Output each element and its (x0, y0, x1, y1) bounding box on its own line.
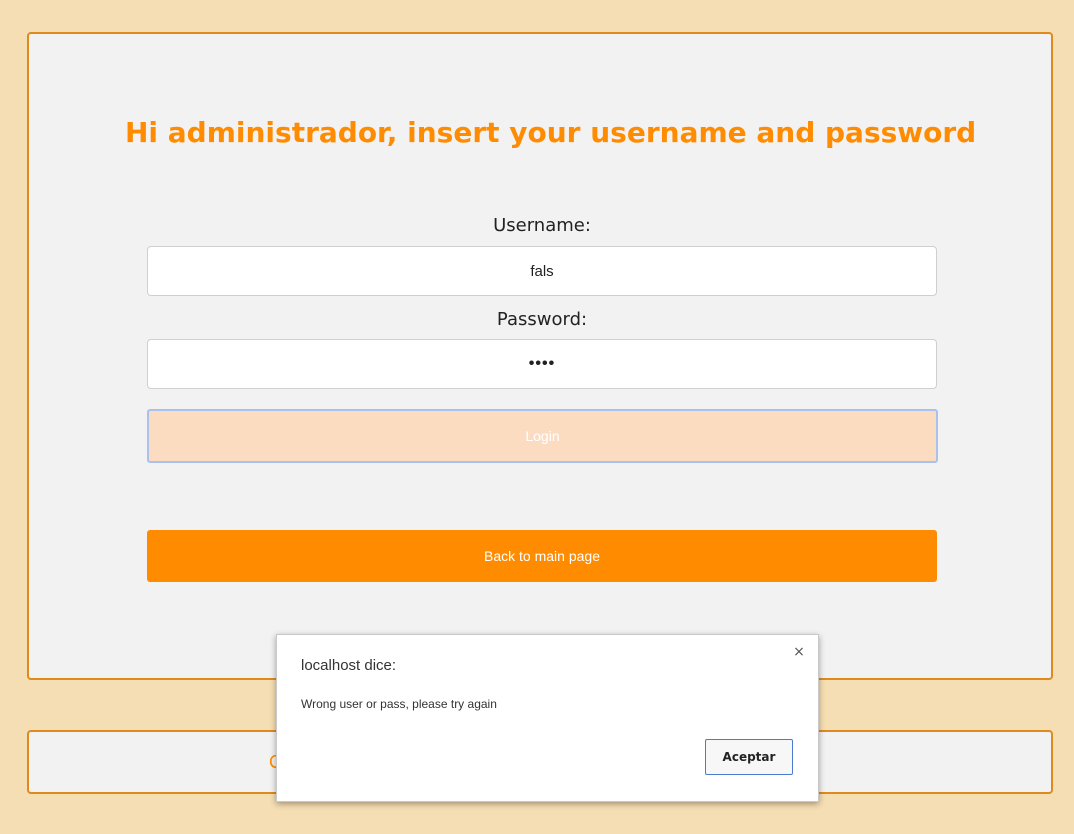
password-input[interactable] (147, 339, 937, 389)
username-label: Username: (493, 215, 591, 236)
dialog-message: Wrong user or pass, please try again (301, 697, 497, 711)
dialog-title: localhost dice: (301, 657, 397, 674)
alert-dialog: localhost dice: × Wrong user or pass, pl… (276, 634, 819, 802)
page: Hi administrador, insert your username a… (0, 0, 1074, 834)
accept-button[interactable]: Aceptar (705, 739, 793, 775)
page-title: Hi administrador, insert your username a… (125, 116, 977, 149)
login-panel: Hi administrador, insert your username a… (27, 32, 1053, 680)
username-input[interactable] (147, 246, 937, 296)
login-button[interactable]: Login (147, 409, 938, 463)
close-icon[interactable]: × (790, 643, 808, 661)
back-to-main-page-button[interactable]: Back to main page (147, 530, 937, 582)
password-label: Password: (496, 309, 588, 330)
